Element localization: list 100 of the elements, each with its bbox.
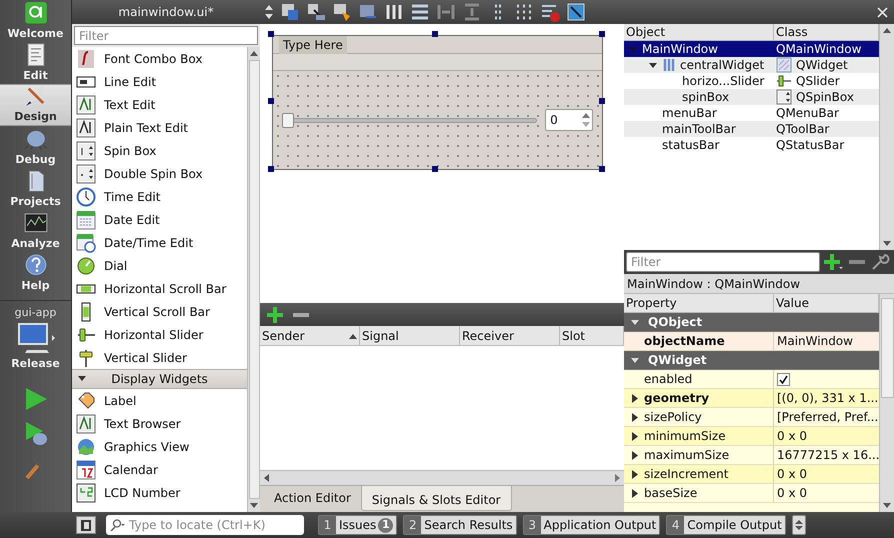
resize-handle[interactable] bbox=[599, 98, 605, 104]
editor-tab[interactable]: Signals & Slots Editor bbox=[360, 486, 512, 511]
widget-item[interactable]: Double Spin Box bbox=[72, 162, 247, 185]
break-layout-icon[interactable] bbox=[540, 2, 560, 22]
editor-tab[interactable]: Action Editor bbox=[264, 486, 361, 508]
slider[interactable] bbox=[282, 112, 538, 128]
property-value[interactable]: 0 x 0 bbox=[777, 427, 807, 445]
buddy-edit-icon[interactable] bbox=[332, 2, 352, 22]
property-value[interactable]: 0 x 0 bbox=[777, 484, 807, 502]
scroll-thumb[interactable] bbox=[248, 60, 260, 499]
widget-item[interactable]: Date Edit bbox=[72, 208, 247, 231]
scroll-right-icon[interactable] bbox=[615, 474, 620, 482]
widget-item[interactable]: LCD Number bbox=[72, 481, 247, 504]
property-row[interactable]: geometry [(0, 0), 331 x 1... bbox=[624, 389, 879, 408]
mode-button[interactable]: Welcome bbox=[0, 0, 71, 42]
property-group[interactable]: QWidget bbox=[624, 351, 879, 370]
widget-item[interactable]: Font Combo Box bbox=[72, 47, 247, 70]
output-pane-button[interactable]: 3 Application Output bbox=[522, 515, 660, 535]
category-header[interactable]: Display Widgets bbox=[72, 369, 247, 389]
tree-row[interactable]: MainWindow QMainWindow bbox=[624, 41, 879, 57]
resize-handle[interactable] bbox=[268, 31, 274, 37]
adjust-size-icon[interactable] bbox=[566, 2, 586, 22]
widget-item[interactable]: Line Edit bbox=[72, 70, 247, 93]
property-row[interactable]: sizeIncrement 0 x 0 bbox=[624, 465, 879, 484]
scrollbar[interactable] bbox=[879, 24, 894, 250]
property-value[interactable]: [Preferred, Pref... bbox=[777, 408, 878, 426]
property-group[interactable]: QObject bbox=[624, 313, 879, 332]
property-row[interactable]: objectName MainWindow bbox=[624, 332, 879, 351]
add-icon[interactable] bbox=[824, 253, 844, 271]
split-vertical-icon[interactable] bbox=[462, 2, 482, 22]
resize-handle[interactable] bbox=[268, 98, 274, 104]
widget-item[interactable]: Time Edit bbox=[72, 185, 247, 208]
mode-button[interactable]: Help bbox=[0, 252, 71, 294]
widget-item[interactable]: Text Edit bbox=[72, 93, 247, 116]
checkbox[interactable] bbox=[777, 372, 790, 386]
scrollbar[interactable] bbox=[247, 47, 260, 512]
widget-item[interactable]: Spin Box bbox=[72, 139, 247, 162]
widget-item[interactable]: Horizontal Slider bbox=[72, 323, 247, 346]
resize-handle[interactable] bbox=[432, 31, 438, 37]
scroll-up-icon[interactable] bbox=[250, 51, 258, 56]
widget-item[interactable]: Horizontal Scroll Bar bbox=[72, 277, 247, 300]
property-row[interactable]: maximumSize 16777215 x 16... bbox=[624, 446, 879, 465]
widget-item[interactable]: Calendar bbox=[72, 458, 247, 481]
spin-box[interactable]: 0 bbox=[545, 109, 593, 131]
scroll-down-icon[interactable] bbox=[883, 503, 891, 508]
filter-field[interactable]: Filter bbox=[626, 252, 820, 272]
output-pane-button[interactable]: 2 Search Results bbox=[403, 515, 517, 535]
close-icon[interactable] bbox=[877, 6, 888, 18]
widget-item[interactable]: Dial bbox=[72, 254, 247, 277]
scrollbar[interactable] bbox=[879, 294, 894, 512]
filter-field[interactable]: Filter bbox=[74, 26, 258, 45]
scroll-up-icon[interactable] bbox=[883, 28, 891, 33]
resize-handle[interactable] bbox=[599, 166, 605, 172]
property-value[interactable]: 16777215 x 16... bbox=[777, 446, 879, 464]
signal-edit-icon[interactable] bbox=[306, 2, 326, 22]
menu-placeholder[interactable]: Type Here bbox=[279, 36, 347, 54]
add-icon[interactable] bbox=[266, 306, 284, 324]
grid-icon[interactable] bbox=[514, 2, 534, 22]
wrench-icon[interactable] bbox=[870, 253, 890, 271]
mode-button[interactable]: Design bbox=[0, 84, 71, 126]
tree-row[interactable]: spinBox QSpinBox bbox=[624, 89, 879, 105]
scroll-down-icon[interactable] bbox=[250, 503, 258, 508]
mode-button[interactable]: Edit bbox=[0, 42, 71, 84]
scroll-left-icon[interactable] bbox=[264, 474, 269, 482]
scroll-thumb[interactable] bbox=[880, 298, 894, 398]
widget-edit-icon[interactable] bbox=[280, 2, 300, 22]
split-horizontal-icon[interactable] bbox=[436, 2, 456, 22]
tree-row[interactable]: centralWidget QWidget bbox=[624, 57, 879, 73]
property-value[interactable]: MainWindow bbox=[777, 332, 853, 350]
output-pane-button[interactable]: 4 Compile Output bbox=[666, 515, 786, 535]
property-value[interactable]: 0 x 0 bbox=[777, 465, 807, 483]
columns-icon[interactable] bbox=[384, 2, 404, 22]
property-row[interactable]: baseSize 0 x 0 bbox=[624, 484, 879, 503]
widget-item[interactable]: Label bbox=[72, 389, 247, 412]
pane-menu-button[interactable] bbox=[792, 515, 806, 535]
locator-field[interactable]: Type to locate (Ctrl+K) bbox=[106, 515, 304, 535]
resize-handle[interactable] bbox=[432, 166, 438, 172]
property-row[interactable]: sizePolicy [Preferred, Pref... bbox=[624, 408, 879, 427]
output-pane-button[interactable]: 1 Issues 1 bbox=[318, 515, 398, 535]
widget-item[interactable]: Date/Time Edit bbox=[72, 231, 247, 254]
mode-button[interactable]: Analyze bbox=[0, 210, 71, 252]
slider-thumb[interactable] bbox=[282, 112, 294, 128]
property-value[interactable]: [(0, 0), 331 x 1... bbox=[777, 389, 878, 407]
resize-handle[interactable] bbox=[268, 166, 274, 172]
widget-item[interactable]: Plain Text Edit bbox=[72, 116, 247, 139]
resize-handle[interactable] bbox=[599, 31, 605, 37]
widget-item[interactable]: Vertical Slider bbox=[72, 346, 247, 369]
sidebar-toggle-button[interactable] bbox=[76, 516, 96, 534]
widget-item[interactable]: Graphics View bbox=[72, 435, 247, 458]
horizontal-scrollbar[interactable] bbox=[260, 470, 624, 485]
property-row[interactable]: minimumSize 0 x 0 bbox=[624, 427, 879, 446]
tree-row[interactable]: mainToolBar QToolBar bbox=[624, 121, 879, 137]
property-row[interactable]: enabled bbox=[624, 370, 879, 389]
mode-button[interactable]: Debug bbox=[0, 126, 71, 168]
widget-item[interactable]: Vertical Scroll Bar bbox=[72, 300, 247, 323]
scroll-down-icon[interactable] bbox=[883, 241, 891, 246]
rows-icon[interactable] bbox=[410, 2, 430, 22]
build-target-button[interactable]: Release bbox=[0, 322, 71, 372]
widget-item[interactable]: Text Browser bbox=[72, 412, 247, 435]
mode-button[interactable]: Projects bbox=[0, 168, 71, 210]
